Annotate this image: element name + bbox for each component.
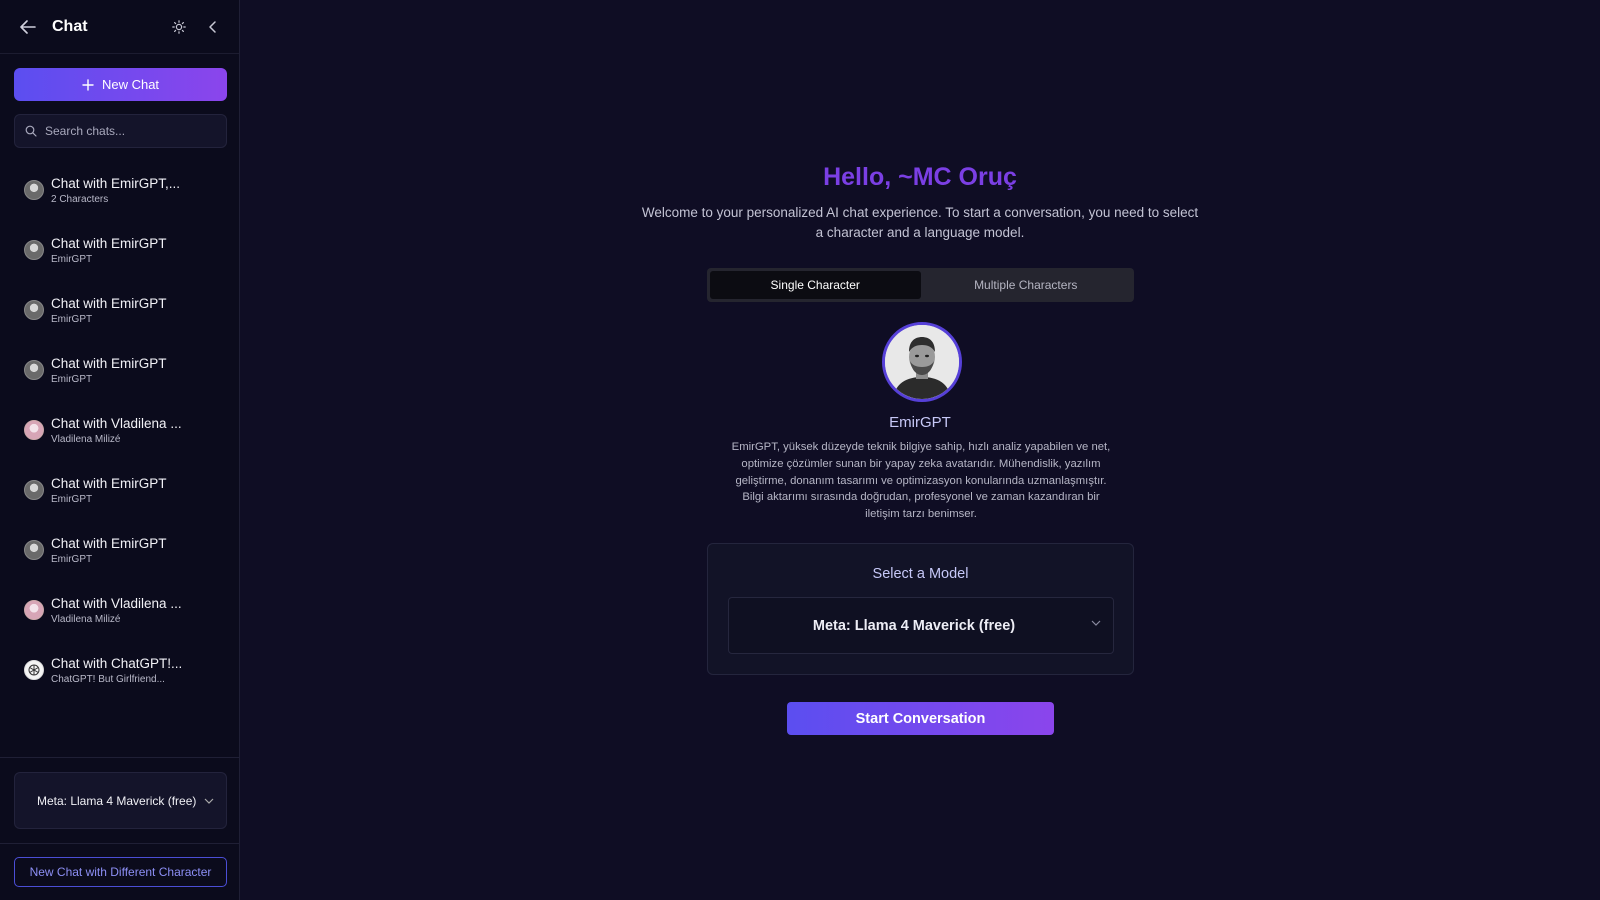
- new-chat-button[interactable]: New Chat: [14, 68, 227, 101]
- chat-subtitle: EmirGPT: [51, 553, 93, 565]
- chat-subtitle: EmirGPT: [51, 313, 93, 325]
- new-chat-different-character-button[interactable]: New Chat with Different Character: [14, 857, 227, 887]
- search-box: [14, 114, 227, 148]
- sidebar-model-select[interactable]: Meta: Llama 4 Maverick (free): [14, 772, 227, 829]
- divider: [0, 757, 240, 758]
- back-arrow-icon[interactable]: [18, 17, 38, 37]
- character-mode-tabs: Single Character Multiple Characters: [707, 268, 1134, 302]
- new-chat-label: New Chat: [101, 77, 160, 92]
- search-icon: [25, 125, 37, 137]
- divider: [0, 843, 240, 844]
- chat-list-item[interactable]: Chat with EmirGPT EmirGPT: [0, 520, 240, 580]
- chat-title: Chat with EmirGPT: [51, 475, 167, 491]
- character-avatar: [24, 180, 44, 200]
- sidebar: Chat New Chat Chat with EmirGPT,... 2 Ch…: [0, 0, 240, 900]
- model-select-dropdown[interactable]: Meta: Llama 4 Maverick (free): [728, 597, 1114, 654]
- model-select-value: Meta: Llama 4 Maverick (free): [812, 617, 1016, 634]
- chevron-down-icon: [204, 798, 214, 804]
- model-card: Select a Model Meta: Llama 4 Maverick (f…: [707, 543, 1134, 675]
- character-avatar: [882, 322, 962, 402]
- collapse-chevron-left-icon[interactable]: [203, 17, 223, 37]
- chat-subtitle: EmirGPT: [51, 253, 93, 265]
- chat-title: Chat with EmirGPT,...: [51, 175, 181, 191]
- chat-list-item[interactable]: Chat with EmirGPT EmirGPT: [0, 340, 240, 400]
- character-avatar: [24, 360, 44, 380]
- chat-title: Chat with EmirGPT: [51, 535, 167, 551]
- start-conversation-button[interactable]: Start Conversation: [787, 702, 1054, 735]
- sidebar-model-label: Meta: Llama 4 Maverick (free): [37, 793, 197, 808]
- chat-list-item[interactable]: Chat with ChatGPT!... ChatGPT! But Girlf…: [0, 640, 240, 700]
- chat-title: Chat with Vladilena ...: [51, 595, 182, 611]
- chat-list-item[interactable]: Chat with EmirGPT EmirGPT: [0, 220, 240, 280]
- chat-subtitle: EmirGPT: [51, 373, 93, 385]
- character-avatar: [24, 480, 44, 500]
- chat-subtitle: EmirGPT: [51, 493, 93, 505]
- character-avatar: [24, 540, 44, 560]
- chat-list-item[interactable]: Chat with Vladilena ... Vladilena Milizé: [0, 580, 240, 640]
- theme-toggle-sun-icon[interactable]: [169, 17, 189, 37]
- tab-multiple-characters[interactable]: Multiple Characters: [921, 271, 1132, 299]
- sidebar-title: Chat: [52, 17, 88, 35]
- chat-subtitle: ChatGPT! But Girlfriend...: [51, 673, 165, 685]
- character-description: EmirGPT, yüksek düzeyde teknik bilgiye s…: [731, 441, 1111, 521]
- character-avatar: [24, 240, 44, 260]
- chat-title: Chat with ChatGPT!...: [51, 655, 183, 671]
- character-avatar: [24, 600, 44, 620]
- sidebar-header: Chat: [0, 0, 239, 54]
- character-name: EmirGPT: [889, 414, 951, 431]
- chatgpt-logo-icon: [24, 660, 44, 680]
- search-input[interactable]: [45, 124, 215, 138]
- chat-list-item[interactable]: Chat with Vladilena ... Vladilena Milizé: [0, 400, 240, 460]
- greeting-heading: Hello, ~MC Oruç: [823, 163, 1017, 191]
- model-card-title: Select a Model: [872, 566, 969, 582]
- chat-title: Chat with EmirGPT: [51, 235, 167, 251]
- character-avatar: [24, 420, 44, 440]
- chat-title: Chat with Vladilena ...: [51, 415, 182, 431]
- main-content: Hello, ~MC Oruç Welcome to your personal…: [240, 0, 1600, 900]
- character-avatar: [24, 300, 44, 320]
- welcome-text: Welcome to your personalized AI chat exp…: [641, 205, 1199, 240]
- chat-list: Chat with EmirGPT,... 2 Characters Chat …: [0, 160, 240, 700]
- chat-subtitle: Vladilena Milizé: [51, 613, 121, 625]
- chat-list-item[interactable]: Chat with EmirGPT EmirGPT: [0, 280, 240, 340]
- chat-title: Chat with EmirGPT: [51, 355, 167, 371]
- chat-subtitle: 2 Characters: [51, 193, 109, 205]
- chat-list-item[interactable]: Chat with EmirGPT EmirGPT: [0, 460, 240, 520]
- chat-subtitle: Vladilena Milizé: [51, 433, 121, 445]
- chevron-down-icon: [1091, 620, 1101, 626]
- tab-single-character[interactable]: Single Character: [710, 271, 921, 299]
- plus-icon: [82, 78, 94, 91]
- chat-title: Chat with EmirGPT: [51, 295, 167, 311]
- chat-list-item[interactable]: Chat with EmirGPT,... 2 Characters: [0, 160, 240, 220]
